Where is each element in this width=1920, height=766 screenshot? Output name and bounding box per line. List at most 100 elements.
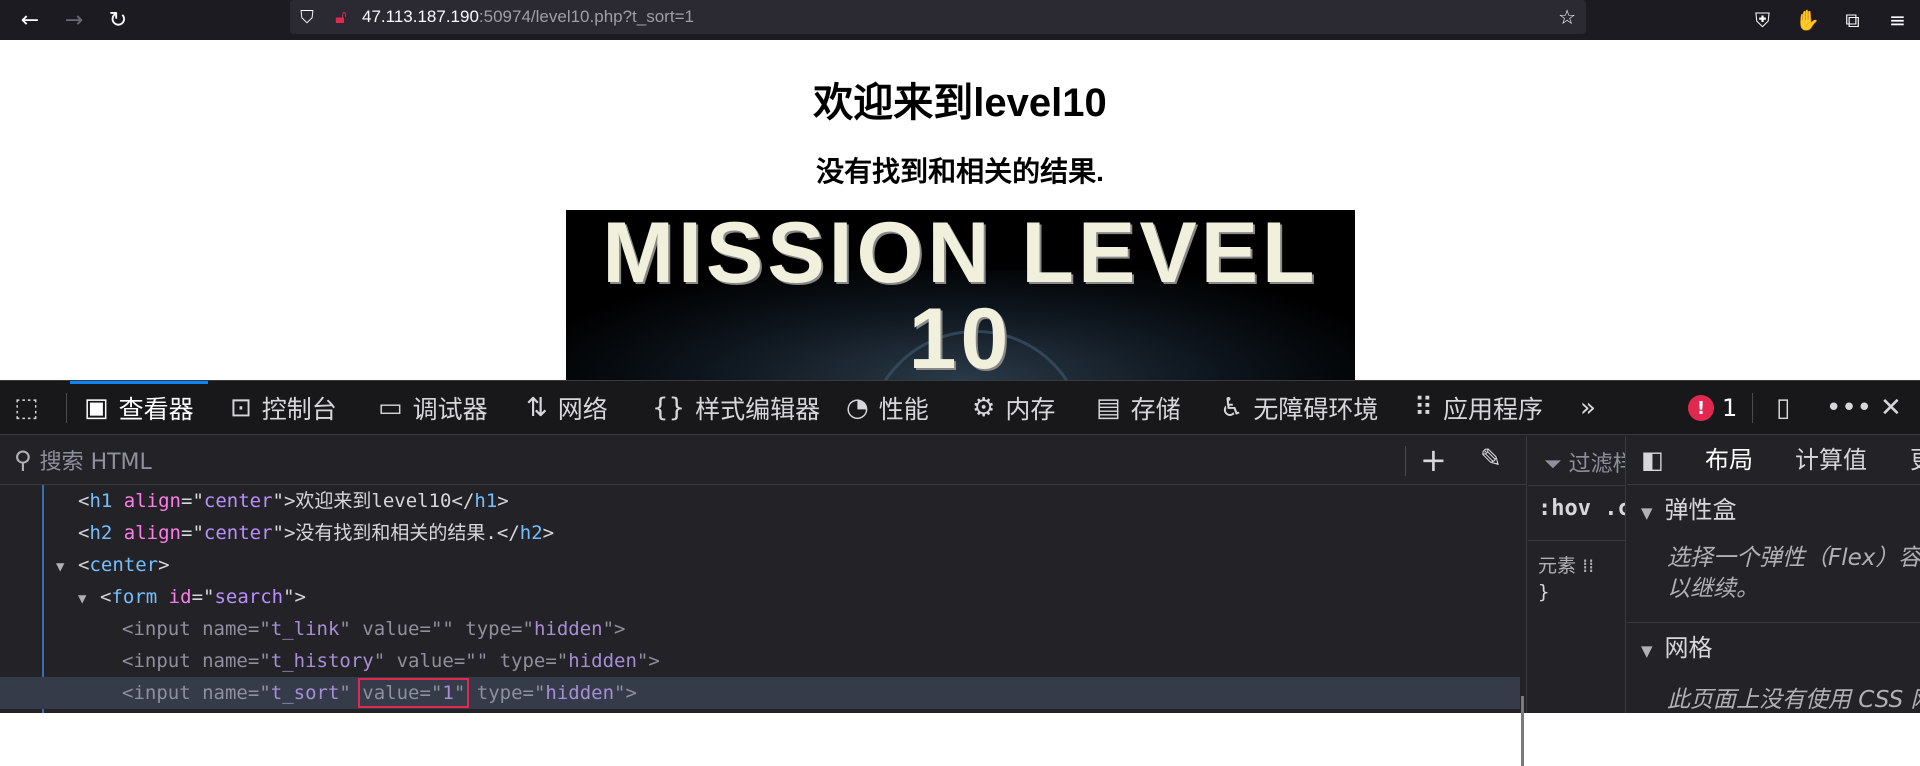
markup-node-h1[interactable]: <h1 align="center">欢迎来到level10</h1> — [0, 485, 1520, 517]
mission-banner-image: MISSION LEVEL 10 — [566, 210, 1355, 380]
add-node-button[interactable]: + — [1420, 441, 1447, 479]
extensions-puzzle-icon[interactable]: ⧉ — [1830, 0, 1875, 40]
html-search-bar: ⚲ 搜索 HTML + ✎ — [0, 436, 1527, 485]
expand-triangle-icon[interactable]: ▼ — [56, 551, 78, 583]
tab-label: 样式编辑器 — [695, 395, 821, 424]
eyedropper-icon[interactable]: ✎ — [1480, 444, 1502, 474]
tab-computed[interactable]: 计算值 — [1795, 436, 1867, 485]
tab-storage[interactable]: ▤ 存储 — [1096, 381, 1181, 435]
attr-name: align — [123, 490, 181, 512]
tab-network[interactable]: ⇅ 网络 — [526, 381, 608, 435]
attr-value: search — [214, 586, 284, 608]
attr-value: center — [203, 490, 273, 512]
tag-name: h1 — [474, 490, 498, 512]
rule-close-brace: } — [1538, 581, 1550, 603]
element-picker-icon: ⬚ — [14, 393, 39, 423]
markup-node-input-selected[interactable]: <input name="t_sort" value="1" type="hid… — [0, 677, 1520, 709]
markup-node-h2[interactable]: <h2 align="center">没有找到和相关的结果.</h2> — [0, 517, 1520, 549]
tab-style-editor[interactable]: {} 样式编辑器 — [652, 381, 820, 435]
tab-performance[interactable]: ◔ 性能 — [846, 381, 929, 435]
attr-value: t_sort — [270, 682, 340, 704]
inspector-icon: ▣ — [84, 393, 109, 423]
attr-value: center — [203, 522, 273, 544]
storage-icon: ▤ — [1096, 393, 1121, 423]
tab-changes[interactable]: 更改 — [1910, 436, 1920, 485]
tab-memory[interactable]: ⚙ 内存 — [972, 381, 1055, 435]
menu-icon[interactable]: ≡ — [1875, 0, 1920, 40]
extension-icon[interactable]: ✋ — [1785, 0, 1830, 40]
tab-application[interactable]: ⠿ 应用程序 — [1414, 381, 1543, 435]
grid-dots-icon[interactable]: ⁞⁞ — [1582, 555, 1594, 577]
element-rule-selector: 元素 ⁞⁞ — [1538, 551, 1594, 578]
url-text[interactable]: 47.113.187.190:50974/level10.php?t_sort=… — [362, 7, 694, 27]
insecure-lock-icon[interactable]: 🔓︎ — [324, 0, 358, 34]
application-icon: ⠿ — [1414, 393, 1434, 423]
sidebar-toggle-icon[interactable]: ◧ — [1641, 446, 1664, 474]
forward-button[interactable]: → — [52, 0, 96, 40]
banner-title: MISSION LEVEL 10 — [602, 210, 1319, 380]
expand-triangle-icon[interactable]: ▼ — [78, 583, 100, 615]
filter-styles-input[interactable]: ⏷ 过滤样式 — [1544, 446, 1625, 478]
tab-label: 网络 — [557, 395, 608, 424]
accessibility-icon: ♿ — [1220, 393, 1244, 423]
filter-label: 过滤样式 — [1568, 452, 1625, 477]
tab-label: 查看器 — [118, 395, 194, 424]
tab-inspector[interactable]: ▣ 查看器 — [70, 381, 208, 435]
options-button[interactable]: ••• — [1826, 381, 1882, 435]
reload-button[interactable]: ↻ — [96, 0, 140, 40]
markup-scrollbar[interactable] — [1521, 696, 1524, 766]
flexbox-header[interactable]: ▼ 弹性盒 — [1627, 485, 1920, 535]
pocket-icon[interactable]: ⛨ — [1740, 0, 1785, 40]
close-icon: ✕ — [1880, 393, 1902, 423]
tab-label: 应用程序 — [1443, 395, 1544, 424]
tab-accessibility[interactable]: ♿ 无障碍环境 — [1220, 381, 1378, 435]
flexbox-hint-2: 以继续。 — [1667, 576, 1759, 602]
tab-console[interactable]: ⊡ 控制台 — [230, 381, 337, 435]
grid-section: ▼ 网格 此页面上没有使用 CSS 网格 — [1627, 623, 1920, 713]
console-icon: ⊡ — [230, 393, 252, 423]
markup-view: ⚲ 搜索 HTML + ✎ <h1 align="center">欢迎来到lev… — [0, 436, 1527, 766]
markup-node-form[interactable]: ▼ <form id="search"> — [0, 581, 1520, 613]
debugger-icon: ▭ — [378, 393, 403, 423]
markup-node-input[interactable]: <input name="t_history" value="" type="h… — [0, 645, 1520, 677]
node-text: 没有找到和相关的结果. — [295, 522, 497, 544]
web-page: 欢迎来到level10 没有找到和相关的结果. MISSION LEVEL 10 — [0, 40, 1920, 380]
close-devtools-button[interactable]: ✕ — [1880, 381, 1912, 435]
layout-tabbar: ◧ 布局 计算值 更改 — [1627, 436, 1920, 485]
grid-header[interactable]: ▼ 网格 — [1627, 623, 1920, 673]
dock-toggle-button[interactable]: ▯ — [1776, 381, 1800, 435]
pseudo-class-toggle[interactable]: :hov .cls — [1538, 496, 1625, 521]
element-label: 元素 — [1538, 555, 1577, 577]
back-button[interactable]: ← — [8, 0, 52, 40]
node-text: 欢迎来到level10 — [295, 490, 452, 512]
attr-name: align — [123, 522, 181, 544]
flexbox-title: 弹性盒 — [1664, 496, 1737, 524]
attr-value: hidden — [533, 618, 603, 640]
html-search-input[interactable]: 搜索 HTML — [40, 444, 152, 476]
attr-value: hidden — [568, 650, 637, 672]
element-picker-button[interactable]: ⬚ — [14, 381, 49, 435]
flexbox-hint-1: 选择一个弹性（Flex）容器 — [1667, 545, 1920, 571]
error-count-badge[interactable]: ! 1 — [1688, 389, 1737, 427]
markup-node-center[interactable]: ▼ <center> — [0, 549, 1520, 581]
attr-value: t_history — [270, 650, 374, 672]
bookmark-star-icon[interactable]: ☆ — [1558, 5, 1576, 29]
chevron-double-right-icon: » — [1580, 393, 1596, 423]
flexbox-section: ▼ 弹性盒 选择一个弹性（Flex）容器 以继续。 — [1627, 485, 1920, 623]
tag-name: center — [89, 554, 159, 576]
tab-label: 性能 — [878, 395, 929, 424]
tab-debugger[interactable]: ▭ 调试器 — [378, 381, 488, 435]
attr-value: t_link — [270, 618, 340, 640]
tab-label: 控制台 — [261, 395, 337, 424]
performance-icon: ◔ — [846, 393, 869, 423]
tab-layout[interactable]: 布局 — [1705, 436, 1753, 485]
attr-value: hidden — [545, 682, 615, 704]
more-tabs-button[interactable]: » — [1580, 381, 1606, 435]
url-bar[interactable]: ⛉ 🔓︎ 47.113.187.190:50974/level10.php?t_… — [290, 0, 1586, 34]
layout-panel: ◧ 布局 计算值 更改 ▼ 弹性盒 选择一个弹性（Flex）容器 以继续。 ▼ 网格… — [1627, 436, 1920, 713]
shield-icon[interactable]: ⛉ — [290, 0, 324, 34]
page-heading: 欢迎来到level10 — [813, 81, 1107, 125]
attr-name: id — [168, 586, 192, 608]
markup-node-input[interactable]: <input name="t_link" value="" type="hidd… — [0, 613, 1520, 645]
attr-value: 1 — [442, 682, 454, 704]
